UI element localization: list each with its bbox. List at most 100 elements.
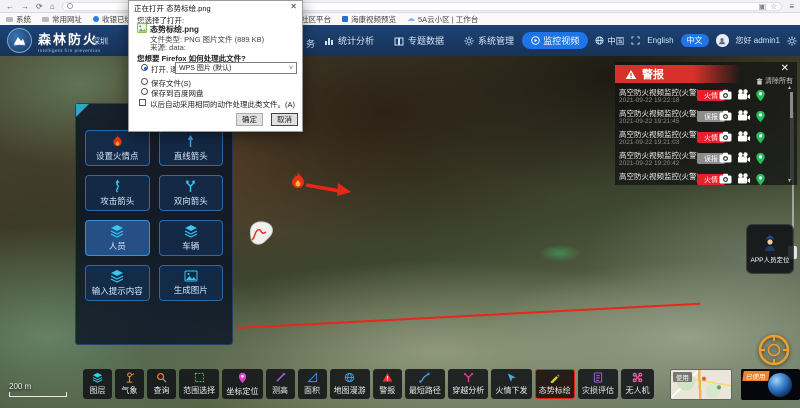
radio-save-baidu[interactable] <box>141 88 148 95</box>
camera-icon[interactable] <box>719 89 732 100</box>
personnel-button[interactable]: 人员 <box>85 220 150 256</box>
tool-weather[interactable]: 气象 <box>115 369 144 399</box>
tool-situation-plot[interactable]: 态势标绘 <box>535 369 575 399</box>
camera-icon[interactable] <box>719 173 732 184</box>
generate-image-button[interactable]: 生成图片 <box>159 265 224 301</box>
video-camera-icon[interactable] <box>737 110 750 121</box>
bookmark-item[interactable]: 海康视频预览 <box>342 14 396 25</box>
tool-fire-dispatch[interactable]: 火情下发 <box>491 369 531 399</box>
screen: 200 m ← → ⟳ ⌂ ▣ ☆ ≡ 系统 常用网址 收银已绑卡-神盾 智慧社… <box>0 0 800 408</box>
ok-button[interactable]: 确定 <box>236 113 263 126</box>
vehicle-button[interactable]: 车辆 <box>159 220 224 256</box>
set-fire-point-button[interactable]: 设置火情点 <box>85 130 150 166</box>
alert-row[interactable]: 高空防火视频监控(火警)2021-09-22 19:21:03 火情 <box>615 128 797 149</box>
tool-alerts[interactable]: 警报 <box>373 369 402 399</box>
pin-icon <box>237 372 248 384</box>
reload-icon[interactable]: ⟳ <box>36 2 43 11</box>
attack-arrow-button[interactable]: 攻击箭头 <box>85 175 150 211</box>
country-selector[interactable]: 中国 <box>595 35 624 47</box>
nav-item-statistics[interactable]: 统计分析 <box>324 34 374 47</box>
tool-range-select[interactable]: 范围选择 <box>179 369 219 399</box>
alerts-scrollbar-thumb[interactable] <box>790 92 793 118</box>
trash-icon <box>756 78 763 85</box>
input-hint-button[interactable]: 输入提示内容 <box>85 265 150 301</box>
minimap-2d-basemap[interactable]: 使用 <box>670 369 733 400</box>
video-camera-icon[interactable] <box>737 131 750 142</box>
radio-open-with[interactable] <box>141 64 148 71</box>
compass-widget[interactable] <box>756 332 792 368</box>
close-icon[interactable]: ✕ <box>781 63 789 74</box>
fullscreen-icon[interactable] <box>631 36 640 45</box>
book-icon <box>394 36 404 46</box>
video-camera-icon[interactable] <box>737 152 750 163</box>
earth-3d-basemap[interactable]: 已使用 <box>741 369 800 400</box>
brand-subtitle: Intelligent fire prevention <box>38 48 101 53</box>
straight-arrow-button[interactable]: 直线箭头 <box>159 130 224 166</box>
location-pin-icon[interactable] <box>755 152 766 165</box>
video-camera-icon[interactable] <box>737 173 750 184</box>
nav-item-system-admin[interactable]: 系统管理 <box>464 34 514 47</box>
alerts-title: 警报 <box>642 66 664 82</box>
remember-label[interactable]: 以后自动采用相同的动作处理此类文件。(A) <box>150 99 295 110</box>
scroll-down-icon[interactable]: ▼ <box>787 178 792 184</box>
alert-row[interactable]: 高空防火视频监控(火警)2021-09-22 19:21:45 误报 <box>615 107 797 128</box>
pen-nib-icon <box>549 372 560 383</box>
tool-search[interactable]: 查询 <box>147 369 176 399</box>
monitor-video-button[interactable]: 监控视频 <box>522 32 588 49</box>
nav-item-thematic-data[interactable]: 专题数据 <box>394 34 444 47</box>
scroll-up-icon[interactable]: ▲ <box>787 85 792 91</box>
alert-row[interactable]: 高空防火视频监控(火警)2021-09-22 19:20:42 误报 <box>615 149 797 170</box>
forward-icon[interactable]: → <box>21 2 29 11</box>
nav-item-partial[interactable]: 务 <box>306 37 315 50</box>
tool-measure-height[interactable]: 测高 <box>266 369 295 399</box>
layers-icon <box>92 372 103 383</box>
avatar[interactable] <box>716 34 729 47</box>
tool-drone[interactable]: 无人机 <box>621 369 654 399</box>
measure-pen-icon <box>275 372 286 383</box>
tool-coordinate-locate[interactable]: 坐标定位 <box>222 369 262 399</box>
camera-icon[interactable] <box>719 131 732 142</box>
cancel-button[interactable]: 取消 <box>271 113 298 126</box>
open-with-select[interactable]: WPS 图片 (默认) ˅ <box>175 62 297 74</box>
menu-icon[interactable]: ≡ <box>789 2 794 11</box>
bookmark-star-icon[interactable]: ☆ <box>770 2 777 11</box>
tool-cross-analysis[interactable]: 穿越分析 <box>448 369 488 399</box>
search-icon <box>67 3 73 9</box>
main-nav: 统计分析 专题数据 系统管理 <box>324 25 514 56</box>
radio-save-file[interactable] <box>141 78 148 85</box>
app-personnel-locate-widget[interactable]: APP人员定位 <box>746 224 794 274</box>
tool-shortest-path[interactable]: 最短路径 <box>405 369 445 399</box>
location-pin-icon[interactable] <box>755 110 766 123</box>
bidirectional-arrow-button[interactable]: 双向箭头 <box>159 175 224 211</box>
officer-icon <box>762 234 778 252</box>
bookmark-item[interactable]: 常用网址 <box>42 14 82 25</box>
location-pin-icon[interactable] <box>755 89 766 102</box>
tool-map-roam[interactable]: 地图漫游 <box>330 369 370 399</box>
radio-baidu-label[interactable]: 保存到百度网盘 <box>151 88 204 99</box>
settings-gear-icon[interactable] <box>787 36 797 46</box>
location-pin-icon[interactable] <box>755 131 766 144</box>
lang-english-button[interactable]: English <box>647 36 673 45</box>
video-camera-icon[interactable] <box>737 89 750 100</box>
tool-area[interactable]: 面积 <box>298 369 327 399</box>
alert-row[interactable]: 高空防火视频监控(火警)2021-09-22 19:22:18 火情 <box>615 86 797 107</box>
home-icon[interactable]: ⌂ <box>50 2 55 11</box>
remember-checkbox[interactable] <box>139 99 146 106</box>
alert-row[interactable]: 高空防火视频监控(火警) 火情 <box>615 170 797 185</box>
bottom-toolbar: 图层 气象 查询 范围选择 坐标定位 测高 面积 地图漫游 警报 最短路径 <box>0 369 800 408</box>
camera-icon[interactable] <box>719 152 732 163</box>
bookmark-item[interactable]: 系统 <box>6 14 31 25</box>
camera-icon[interactable] <box>719 110 732 121</box>
tool-layers[interactable]: 图层 <box>83 369 112 399</box>
tool-damage-assessment[interactable]: 灾损评估 <box>578 369 618 399</box>
weather-station-icon <box>124 372 135 383</box>
lang-chinese-button[interactable]: 中文 <box>681 34 709 47</box>
app-header: 森林防火 Intelligent fire prevention 深圳 务 统计… <box>0 25 800 56</box>
bookmark-item[interactable]: ☁5A云小区 | 工作台 <box>407 14 478 25</box>
close-icon[interactable]: ✕ <box>290 2 297 11</box>
location-pin-icon[interactable] <box>755 173 766 185</box>
alerts-header: 警报 <box>615 65 741 83</box>
back-icon[interactable]: ← <box>6 2 14 11</box>
pip-icon[interactable]: ▣ <box>759 2 767 11</box>
site-favicon <box>342 16 348 22</box>
